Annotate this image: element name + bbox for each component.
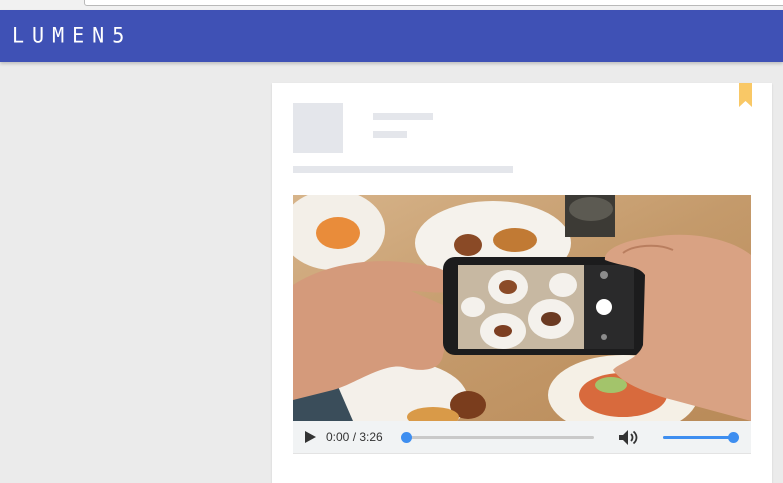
subtitle-placeholder — [373, 131, 407, 138]
volume-fill — [663, 436, 733, 439]
browser-top-strip — [0, 0, 783, 10]
post-card: 0:00 / 3:26 — [272, 83, 772, 483]
duration: 3:26 — [359, 430, 383, 444]
volume-handle[interactable] — [728, 432, 739, 443]
video-thumbnail-image — [293, 195, 751, 421]
time-display: 0:00 / 3:26 — [326, 429, 383, 445]
caption-placeholder — [293, 166, 513, 173]
progress-bar[interactable] — [400, 432, 594, 443]
app-header: LUMEN5 — [0, 10, 783, 62]
title-placeholder — [373, 113, 433, 120]
volume-icon[interactable] — [618, 429, 640, 446]
volume-slider[interactable] — [663, 432, 739, 443]
time-separator: / — [349, 430, 360, 444]
app-logo[interactable]: LUMEN5 — [12, 22, 132, 47]
browser-url-bar[interactable] — [84, 0, 783, 6]
play-icon[interactable] — [303, 430, 317, 444]
bookmark-icon[interactable] — [739, 83, 752, 107]
current-time: 0:00 — [326, 430, 350, 444]
progress-handle[interactable] — [400, 432, 412, 443]
video-controls: 0:00 / 3:26 — [293, 421, 751, 454]
video-frame[interactable] — [293, 195, 751, 421]
avatar-placeholder — [293, 103, 343, 153]
